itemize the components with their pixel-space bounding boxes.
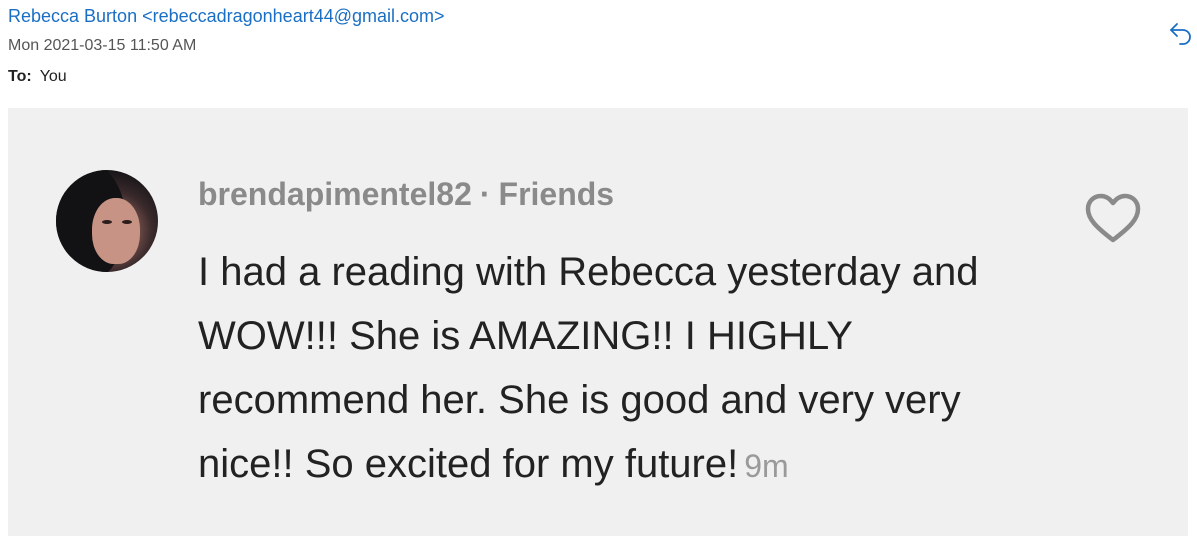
comment-body: I had a reading with Rebecca yesterday a… (198, 240, 1058, 498)
reply-icon (1170, 23, 1191, 45)
relation-label: Friends (498, 176, 615, 212)
to-label: To: (8, 68, 32, 85)
avatar[interactable] (56, 170, 158, 272)
comment-username[interactable]: brendapimentel82 (198, 176, 472, 212)
recipient-line: To: You (8, 68, 67, 86)
sender-name[interactable]: Rebecca Burton <rebeccadragonheart44@gma… (8, 6, 445, 27)
reply-button[interactable] (1168, 20, 1194, 46)
comment-text: I had a reading with Rebecca yesterday a… (198, 250, 979, 486)
sent-date: Mon 2021-03-15 11:50 AM (8, 37, 197, 54)
comment-author-line: brendapimentel82 · Friends (198, 176, 614, 213)
comment-screenshot: brendapimentel82 · Friends I had a reading… (8, 108, 1188, 536)
like-button[interactable] (1084, 192, 1142, 246)
comment-time: 9m (744, 448, 789, 484)
heart-icon (1085, 193, 1141, 243)
recipient-name: You (39, 68, 67, 85)
separator-dot: · (479, 176, 491, 212)
